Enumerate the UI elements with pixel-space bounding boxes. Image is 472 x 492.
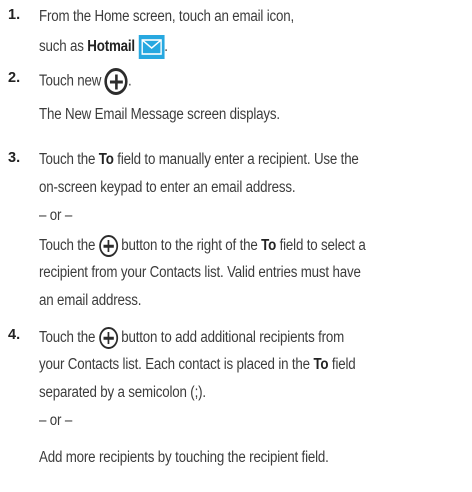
step-number: 4. xyxy=(8,327,21,343)
instruction-page: 1. From the Home screen, touch an email … xyxy=(0,0,472,492)
step-3-line-1: Touch the To field to manually enter a r… xyxy=(39,151,359,168)
plus-circle-icon xyxy=(104,68,128,95)
step-4-line-5: Add more recipients by touching the reci… xyxy=(39,449,329,466)
step-3-line-2: on-screen keypad to enter an email addre… xyxy=(39,179,296,196)
or-separator: – or – xyxy=(39,412,73,429)
plus-circle-icon xyxy=(98,235,118,257)
step-2-line-1: Touch new . xyxy=(39,68,132,95)
step-4-line-2: your Contacts list. Each contact is plac… xyxy=(39,356,356,373)
step-4-line-1: Touch the button to add additional recip… xyxy=(39,327,344,349)
step-number: 1. xyxy=(8,7,21,23)
step-2-line-2: The New Email Message screen displays. xyxy=(39,106,280,123)
plus-circle-icon xyxy=(98,327,118,349)
or-separator: – or – xyxy=(39,207,73,224)
hotmail-envelope-icon xyxy=(138,35,165,59)
step-3-line-4: Touch the button to the right of the To … xyxy=(39,235,366,257)
step-1-line-2: such as Hotmail. xyxy=(39,35,168,59)
step-1-line-1: From the Home screen, touch an email ico… xyxy=(39,8,295,25)
step-4-line-3: separated by a semicolon (;). xyxy=(39,384,206,401)
step-3-line-6: an email address. xyxy=(39,292,142,309)
step-number: 3. xyxy=(8,150,21,166)
step-3-line-5: recipient from your Contacts list. Valid… xyxy=(39,264,361,281)
step-number: 2. xyxy=(8,70,21,86)
